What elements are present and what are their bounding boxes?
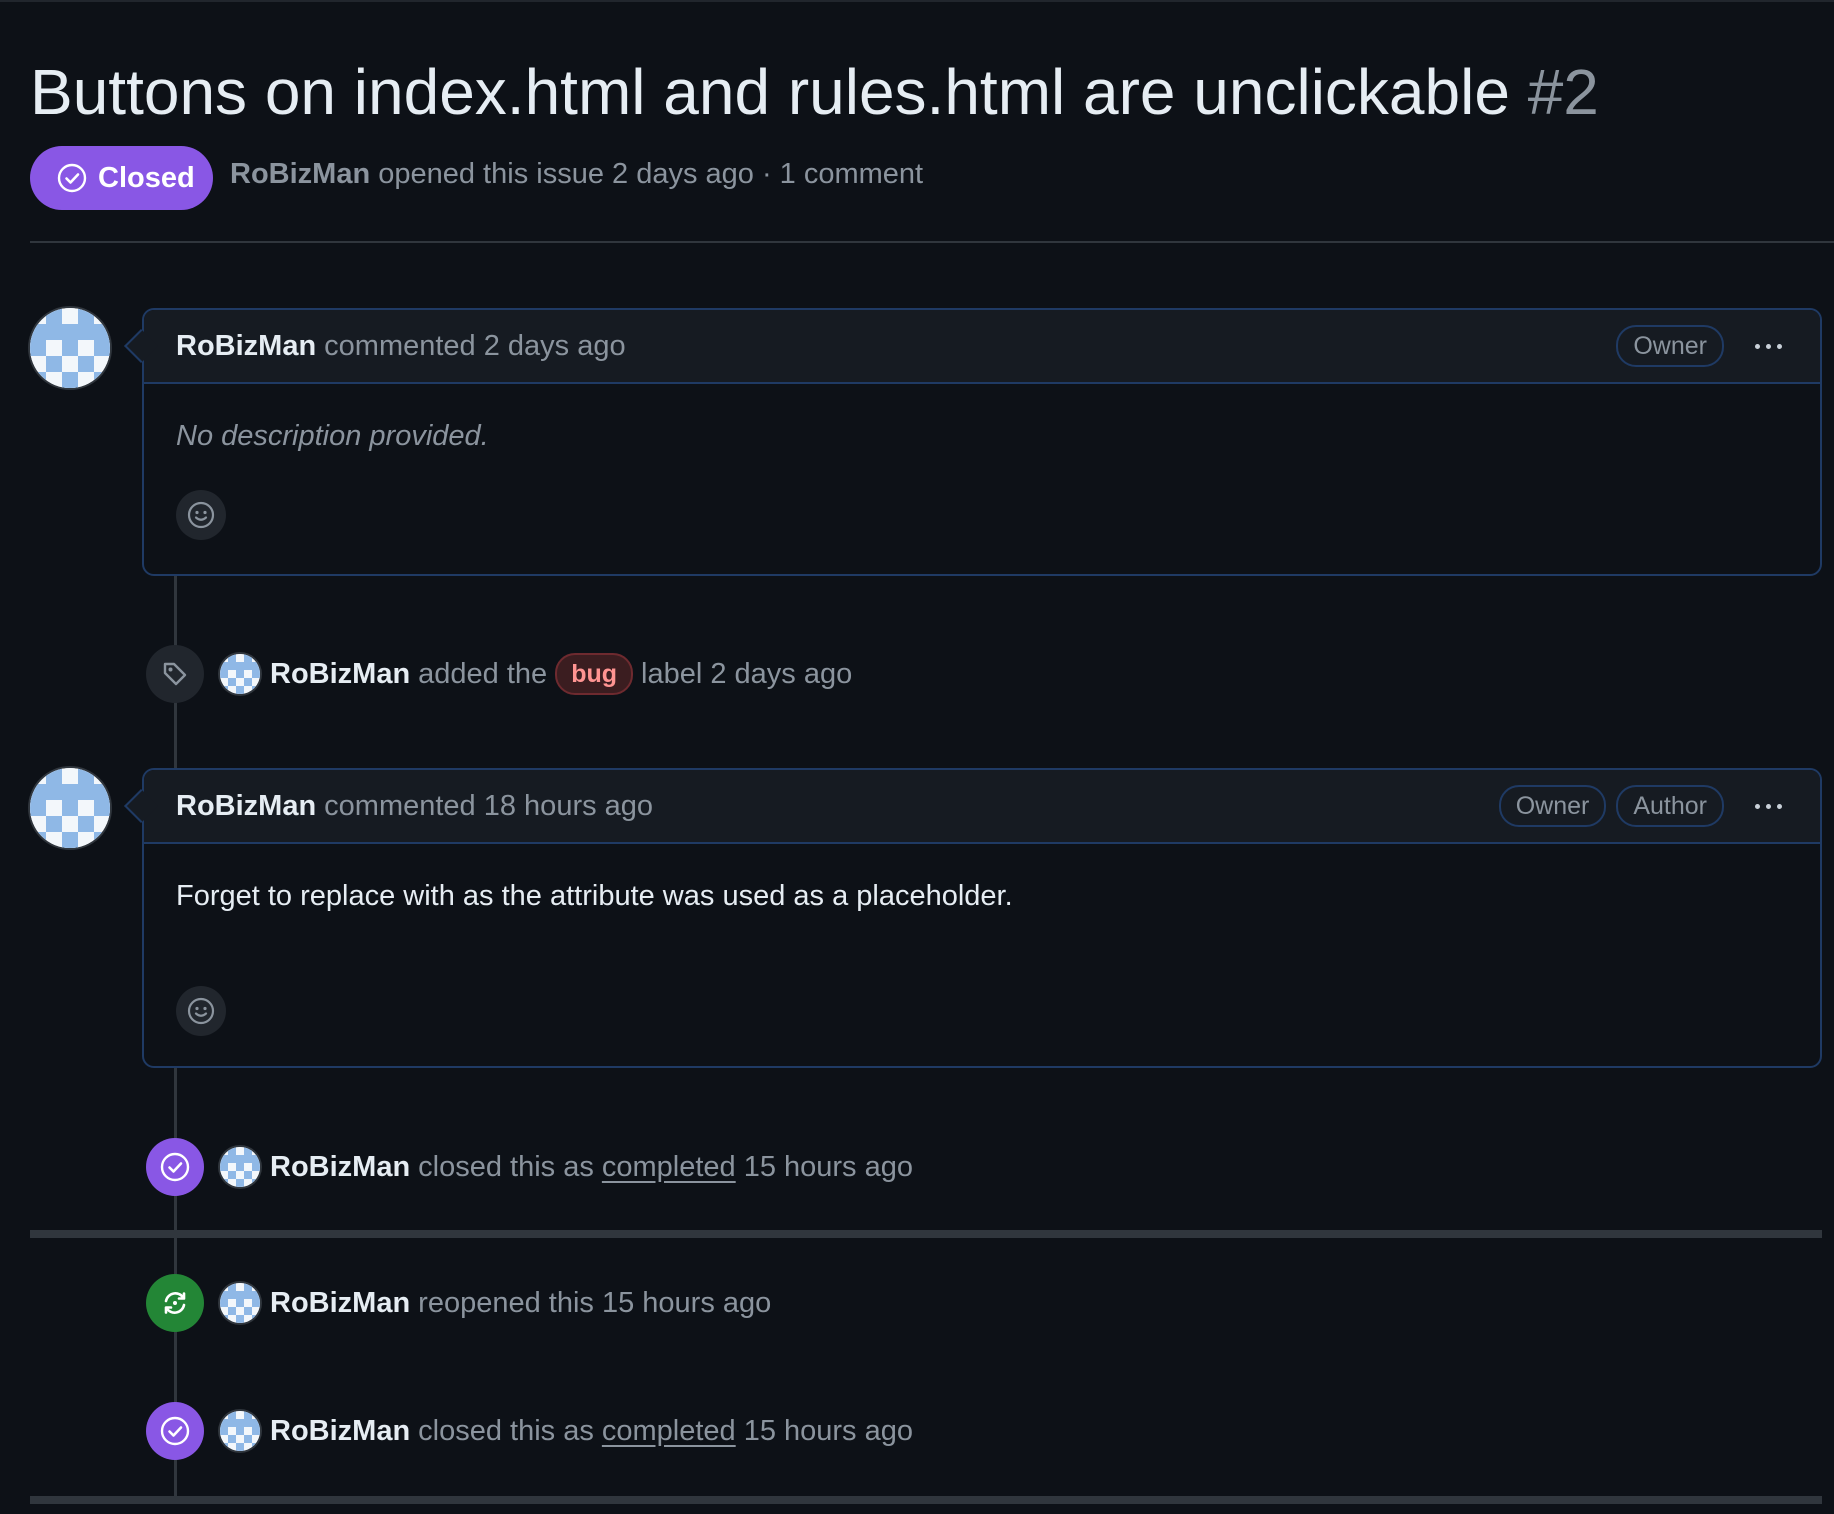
check-circle-icon <box>56 162 88 194</box>
event-text: reopened this 15 hours ago <box>418 1286 772 1319</box>
owner-badge: Owner <box>1498 785 1607 827</box>
issue-title-text: Buttons on index.html and rules.html are… <box>30 56 1510 128</box>
completed-link[interactable]: completed <box>602 1415 736 1448</box>
event-timestamp[interactable]: 15 hours ago <box>744 1415 913 1448</box>
comment-author-link[interactable]: RoBizMan <box>176 790 316 823</box>
comment-timestamp[interactable]: commented 2 days ago <box>324 330 625 363</box>
identicon-image <box>30 308 110 388</box>
completed-link[interactable]: completed <box>602 1151 736 1184</box>
check-circle-icon <box>146 1402 204 1460</box>
avatar[interactable] <box>220 654 260 694</box>
issue-title: Buttons on index.html and rules.html are… <box>30 52 1599 132</box>
add-reaction-button[interactable] <box>176 986 226 1036</box>
avatar[interactable] <box>30 768 110 848</box>
bug-label[interactable]: bug <box>555 653 634 695</box>
avatar[interactable] <box>30 308 110 388</box>
issue-author-link[interactable]: RoBizMan <box>230 158 370 190</box>
top-border <box>0 0 1834 2</box>
event-text: label 2 days ago <box>641 657 853 690</box>
sync-icon <box>146 1274 204 1332</box>
identicon-image <box>30 768 110 848</box>
avatar[interactable] <box>220 1283 260 1323</box>
event-text: closed this as <box>418 1150 594 1183</box>
check-circle-icon <box>146 1138 204 1196</box>
comment-card: RoBizMan commented 2 days ago Owner No d… <box>124 308 1822 576</box>
comment-body: No description provided. <box>176 420 489 452</box>
avatar[interactable] <box>220 1411 260 1451</box>
tag-icon <box>146 645 204 703</box>
add-reaction-button[interactable] <box>176 490 226 540</box>
issue-number: #2 <box>1527 56 1599 128</box>
kebab-menu-icon[interactable] <box>1748 331 1788 361</box>
timeline-event-reopened: RoBizMan reopened this 15 hours ago <box>146 1274 771 1332</box>
smiley-icon <box>185 995 217 1027</box>
kebab-menu-icon[interactable] <box>1748 791 1788 821</box>
author-badge: Author <box>1616 785 1724 827</box>
timeline-event-labeled: RoBizMan added the bug label 2 days ago <box>146 645 852 703</box>
comment-body: Forget to replace with as the attribute … <box>176 880 1013 912</box>
event-text: added the <box>418 657 548 690</box>
avatar[interactable] <box>220 1147 260 1187</box>
timeline-break <box>30 1496 1822 1504</box>
issue-meta: RoBizMan opened this issue 2 days ago · … <box>230 158 923 191</box>
event-text: closed this as <box>418 1414 594 1447</box>
comment-header: RoBizMan commented 18 hours ago Owner Au… <box>124 770 1820 844</box>
header-divider <box>30 241 1834 243</box>
comment-header-actions: Owner Author <box>1498 785 1788 827</box>
comment-timestamp[interactable]: commented 18 hours ago <box>324 790 653 823</box>
issue-state-badge: Closed <box>30 146 213 210</box>
comment-header: RoBizMan commented 2 days ago Owner <box>124 310 1820 384</box>
timeline-event-closed: RoBizMan closed this as completed 15 hou… <box>146 1138 913 1196</box>
issue-meta-text: opened this issue 2 days ago · 1 comment <box>378 158 924 190</box>
comment-caret <box>124 789 158 823</box>
event-actor-link[interactable]: RoBizMan <box>270 658 410 691</box>
comment-header-actions: Owner <box>1616 325 1788 367</box>
issue-state-label: Closed <box>98 161 195 194</box>
event-actor-link[interactable]: RoBizMan <box>270 1415 410 1448</box>
comment-card: RoBizMan commented 18 hours ago Owner Au… <box>124 768 1822 1068</box>
event-actor-link[interactable]: RoBizMan <box>270 1151 410 1184</box>
timeline-event-closed: RoBizMan closed this as completed 15 hou… <box>146 1402 913 1460</box>
comment-caret <box>124 329 158 363</box>
timeline-break <box>30 1230 1822 1238</box>
smiley-icon <box>185 499 217 531</box>
event-timestamp[interactable]: 15 hours ago <box>744 1151 913 1184</box>
owner-badge: Owner <box>1616 325 1724 367</box>
event-actor-link[interactable]: RoBizMan <box>270 1287 410 1320</box>
comment-author-link[interactable]: RoBizMan <box>176 330 316 363</box>
